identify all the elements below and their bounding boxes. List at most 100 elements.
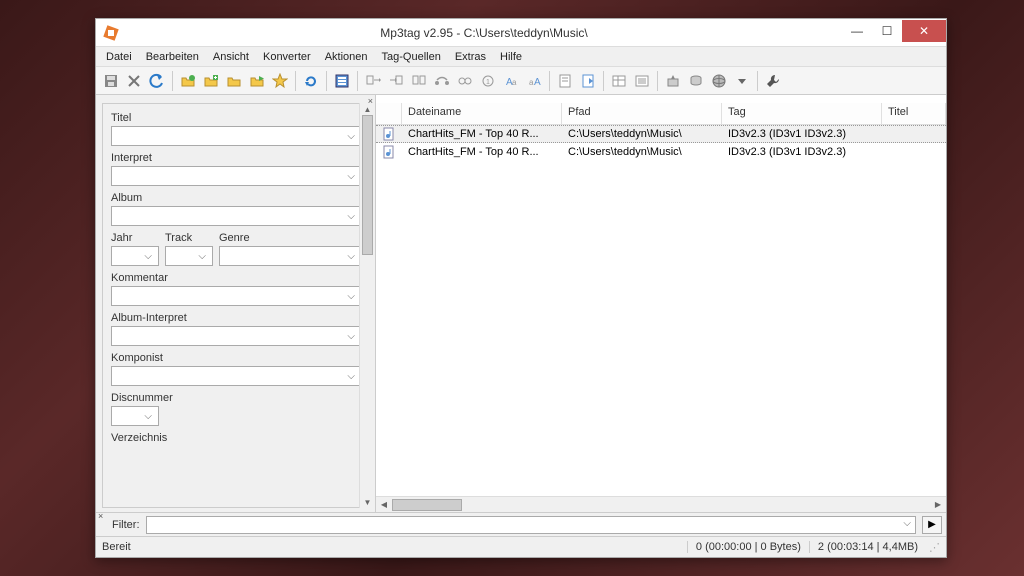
delete-icon[interactable]: [123, 70, 145, 92]
table-row[interactable]: ChartHits_FM - Top 40 R... C:\Users\tedd…: [376, 125, 946, 143]
menu-tagsources[interactable]: Tag-Quellen: [376, 49, 447, 65]
toolbar: 1 Aa aA: [96, 67, 946, 95]
file-icon: [376, 144, 402, 160]
label-discnumber: Discnummer: [111, 392, 362, 404]
caseconvert-icon[interactable]: Aa: [500, 70, 522, 92]
statusbar: Bereit 0 (00:00:00 | 0 Bytes) 2 (00:03:1…: [96, 537, 946, 557]
cell-tag: ID3v2.3 (ID3v1 ID3v2.3): [722, 127, 882, 141]
input-albumartist[interactable]: [111, 326, 362, 346]
folder-play-icon[interactable]: [246, 70, 268, 92]
text-file-to-tag-icon[interactable]: [431, 70, 453, 92]
tools-icon[interactable]: [762, 70, 784, 92]
filename-to-tag-icon[interactable]: [385, 70, 407, 92]
list-header: Dateiname Pfad Tag Titel: [376, 103, 946, 125]
autonumber-icon[interactable]: 1: [477, 70, 499, 92]
input-discnumber[interactable]: [111, 406, 159, 426]
folder-open-icon[interactable]: [177, 70, 199, 92]
caseconvert2-icon[interactable]: aA: [523, 70, 545, 92]
input-artist[interactable]: [111, 166, 362, 186]
input-year[interactable]: [111, 246, 159, 266]
save-icon[interactable]: [100, 70, 122, 92]
filter-label: Filter:: [112, 519, 140, 531]
cell-filename: ChartHits_FM - Top 40 R...: [402, 145, 562, 159]
tag-to-tag-icon[interactable]: [454, 70, 476, 92]
folder-add-icon[interactable]: [200, 70, 222, 92]
maximize-button[interactable]: ☐: [872, 20, 902, 42]
select-all-icon[interactable]: [331, 70, 353, 92]
table-row[interactable]: ChartHits_FM - Top 40 R... C:\Users\tedd…: [376, 143, 946, 161]
resize-grip-icon[interactable]: ⋰: [926, 541, 940, 554]
freedb-icon[interactable]: [685, 70, 707, 92]
file-list: Dateiname Pfad Tag Titel ChartHits_FM - …: [376, 95, 946, 512]
menu-convert[interactable]: Konverter: [257, 49, 317, 65]
input-comment[interactable]: [111, 286, 362, 306]
col-filename[interactable]: Dateiname: [402, 103, 562, 124]
input-genre[interactable]: [219, 246, 362, 266]
menu-edit[interactable]: Bearbeiten: [140, 49, 205, 65]
undo-icon[interactable]: [146, 70, 168, 92]
filter-go-button[interactable]: ▶: [922, 516, 942, 534]
col-tag[interactable]: Tag: [722, 103, 882, 124]
sidebar-scrollbar[interactable]: ▲ ▼: [359, 103, 375, 508]
star-icon[interactable]: [269, 70, 291, 92]
dropdown-icon[interactable]: [731, 70, 753, 92]
col-path[interactable]: Pfad: [562, 103, 722, 124]
status-selected: 0 (00:00:00 | 0 Bytes): [687, 541, 809, 553]
filter-close-icon[interactable]: ×: [98, 511, 103, 521]
scroll-down-icon[interactable]: ▼: [360, 496, 375, 508]
svg-text:1: 1: [486, 79, 490, 86]
quickaction-icon[interactable]: [577, 70, 599, 92]
filter-input[interactable]: [146, 516, 917, 534]
label-year: Jahr: [111, 232, 159, 244]
scroll-thumb[interactable]: [362, 115, 373, 255]
status-ready: Bereit: [102, 541, 131, 553]
status-total: 2 (00:03:14 | 4,4MB): [809, 541, 926, 553]
label-composer: Komponist: [111, 352, 362, 364]
list-body[interactable]: ChartHits_FM - Top 40 R... C:\Users\tedd…: [376, 125, 946, 496]
scroll-left-icon[interactable]: ◀: [376, 500, 392, 509]
filter-bar: × Filter: ▶: [96, 513, 946, 537]
input-composer[interactable]: [111, 366, 362, 386]
label-album: Album: [111, 192, 362, 204]
input-album[interactable]: [111, 206, 362, 226]
label-directory: Verzeichnis: [111, 432, 362, 444]
scroll-right-icon[interactable]: ▶: [930, 500, 946, 509]
scroll-up-icon[interactable]: ▲: [360, 103, 375, 115]
actions-icon[interactable]: [554, 70, 576, 92]
col-icon[interactable]: [376, 103, 402, 124]
input-title[interactable]: [111, 126, 362, 146]
label-track: Track: [165, 232, 213, 244]
filename-to-filename-icon[interactable]: [408, 70, 430, 92]
cell-path: C:\Users\teddyn\Music\: [562, 127, 722, 141]
window-title: Mp3tag v2.95 - C:\Users\teddyn\Music\: [126, 26, 842, 40]
close-button[interactable]: ✕: [902, 20, 946, 42]
menu-extras[interactable]: Extras: [449, 49, 492, 65]
file-icon: [376, 126, 402, 142]
col-title[interactable]: Titel: [882, 103, 946, 124]
app-icon: [102, 24, 120, 42]
refresh-icon[interactable]: [300, 70, 322, 92]
svg-text:a: a: [512, 78, 517, 87]
cell-tag: ID3v2.3 (ID3v1 ID3v2.3): [722, 145, 882, 159]
playlist-icon[interactable]: [631, 70, 653, 92]
menu-actions[interactable]: Aktionen: [319, 49, 374, 65]
cell-path: C:\Users\teddyn\Music\: [562, 145, 722, 159]
input-track[interactable]: [165, 246, 213, 266]
titlebar: Mp3tag v2.95 - C:\Users\teddyn\Music\ — …: [96, 19, 946, 47]
menubar: Datei Bearbeiten Ansicht Konverter Aktio…: [96, 47, 946, 67]
export-icon[interactable]: [662, 70, 684, 92]
menu-file[interactable]: Datei: [100, 49, 138, 65]
tag-to-filename-icon[interactable]: [362, 70, 384, 92]
content-area: × Titel Interpret Album Jahr: [96, 95, 946, 513]
svg-text:A: A: [534, 77, 541, 88]
label-genre: Genre: [219, 232, 362, 244]
menu-view[interactable]: Ansicht: [207, 49, 255, 65]
list-hscrollbar[interactable]: ◀ ▶: [376, 496, 946, 512]
extendedtags-icon[interactable]: [608, 70, 630, 92]
hscroll-thumb[interactable]: [392, 499, 462, 511]
minimize-button[interactable]: —: [842, 20, 872, 42]
label-artist: Interpret: [111, 152, 362, 164]
menu-help[interactable]: Hilfe: [494, 49, 528, 65]
folder-icon[interactable]: [223, 70, 245, 92]
websources-icon[interactable]: [708, 70, 730, 92]
